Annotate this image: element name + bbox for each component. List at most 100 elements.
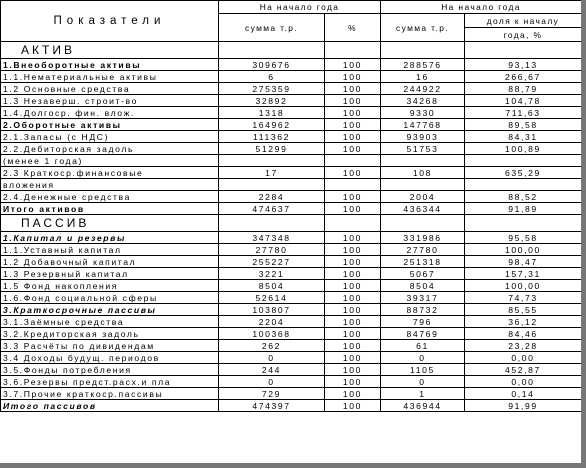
- table-row: 1.4.Долгоср. фин. влож. 1318 100 9330 711,63: [0, 106, 582, 119]
- value-end-sum: 0: [380, 351, 465, 364]
- value-start-sum: 17: [218, 166, 325, 179]
- table-row: 2.2.Дебиторская задоль 51299 100 51753 100,8…: [0, 142, 582, 155]
- row-label: 1.6.Фонд социальной сферы: [0, 291, 219, 304]
- value-start-percent: 100: [324, 279, 381, 292]
- value-end-sum: 34268: [380, 94, 465, 107]
- table-row: 3.3 Расчёты по дивидендам 262 100 61 23,28: [0, 339, 582, 352]
- table-row: 3.6.Резервы предст.расх.и пла 0 100 0 0,00: [0, 375, 582, 388]
- value-start-percent: 100: [324, 267, 381, 280]
- value-end-sum: 93903: [380, 130, 465, 143]
- value-start-sum: [218, 154, 325, 167]
- value-start-percent: 100: [324, 82, 381, 95]
- row-label: 3.3 Расчёты по дивидендам: [0, 339, 219, 352]
- row-label: 1.Внеоборотные активы: [0, 58, 219, 71]
- header-indicators: Показатели: [0, 0, 219, 42]
- value-share-percent: 88,52: [464, 190, 582, 203]
- header-sum-thousand: сумма т.р.: [218, 13, 325, 42]
- value-start-percent: 100: [324, 243, 381, 256]
- value-end-sum: [380, 154, 465, 167]
- value-start-sum: 32892: [218, 94, 325, 107]
- value-start-sum: 2204: [218, 315, 325, 328]
- table-row: 3.4 Доходы будущ. периодов 0 100 0 0,00: [0, 351, 582, 364]
- row-label: 2.1.Запасы (с НДС): [0, 130, 219, 143]
- value-end-sum: 84769: [380, 327, 465, 340]
- value-start-percent: 100: [324, 94, 381, 107]
- value-start-percent: 100: [324, 58, 381, 71]
- balance-table: Показатели На начало года На начало года…: [0, 0, 582, 412]
- row-label: 1.Капитал и резервы: [0, 231, 219, 244]
- value-end-sum: 1: [380, 387, 465, 400]
- table-row: 1.3 Резервный капитал 3221 100 5067 157,31: [0, 267, 582, 280]
- value-start-sum: 52614: [218, 291, 325, 304]
- table-row: Итого активов 474637 100 436344 91,89: [0, 202, 582, 215]
- value-share-percent: 84,31: [464, 130, 582, 143]
- value-end-sum: 27780: [380, 243, 465, 256]
- value-start-percent: 100: [324, 190, 381, 203]
- row-label: 2.2.Дебиторская задоль: [0, 142, 219, 155]
- row-label: 1.5 Фонд накопления: [0, 279, 219, 292]
- value-end-sum: 244922: [380, 82, 465, 95]
- value-start-sum: 1318: [218, 106, 325, 119]
- row-label: 1.3 Резервный капитал: [0, 267, 219, 280]
- value-start-percent: 100: [324, 375, 381, 388]
- value-share-percent: 157,31: [464, 267, 582, 280]
- table-row: 3.5.Фонды потребления 244 100 1105 452,87: [0, 363, 582, 376]
- row-label: Итого пассивов: [0, 399, 219, 412]
- value-end-sum: 16: [380, 70, 465, 83]
- value-share-percent: 89,58: [464, 118, 582, 131]
- value-start-sum: 309676: [218, 58, 325, 71]
- value-end-sum: [380, 178, 465, 191]
- value-share-percent: 74,73: [464, 291, 582, 304]
- header-start-of-year-2: На начало года: [380, 0, 582, 14]
- row-label: 3.5.Фонды потребления: [0, 363, 219, 376]
- value-start-sum: 51299: [218, 142, 325, 155]
- value-start-percent: 100: [324, 118, 381, 131]
- table-row: 1.1.Уставный капитал 27780 100 27780 100,00: [0, 243, 582, 256]
- value-start-sum: 729: [218, 387, 325, 400]
- value-share-percent: 100,00: [464, 279, 582, 292]
- value-start-percent: 100: [324, 255, 381, 268]
- page-shadow-bottom: [0, 463, 586, 468]
- header-start-of-year-1: На начало года: [218, 0, 381, 14]
- table-row: Итого пассивов 474397 100 436944 91,99: [0, 399, 582, 412]
- value-start-sum: 6: [218, 70, 325, 83]
- value-start-percent: 100: [324, 130, 381, 143]
- value-start-sum: 0: [218, 375, 325, 388]
- value-share-percent: 711,63: [464, 106, 582, 119]
- table-row: 2.1.Запасы (с НДС) 111362 100 93903 84,31: [0, 130, 582, 143]
- value-start-percent: 100: [324, 327, 381, 340]
- value-end-sum: 436344: [380, 202, 465, 215]
- value-start-sum: 164962: [218, 118, 325, 131]
- blank-cell: [218, 41, 325, 59]
- table-row: 1.Капитал и резервы 347348 100 331986 95,58: [0, 231, 582, 244]
- value-end-sum: 5067: [380, 267, 465, 280]
- table-row: 1.2 Добавочный капитал 255227 100 251318 98,…: [0, 255, 582, 268]
- value-end-sum: 796: [380, 315, 465, 328]
- table-row: 2.Оборотные активы 164962 100 147768 89,58: [0, 118, 582, 131]
- value-end-sum: 108: [380, 166, 465, 179]
- value-start-percent: 100: [324, 202, 381, 215]
- row-label: 1.2 Добавочный капитал: [0, 255, 219, 268]
- row-label: 3.1.Заёмные средства: [0, 315, 219, 328]
- value-start-percent: 100: [324, 363, 381, 376]
- header-sum-thousand-2: сумма т.р.: [380, 13, 465, 42]
- value-start-sum: 262: [218, 339, 325, 352]
- value-start-sum: [218, 178, 325, 191]
- table-row: вложения: [0, 178, 582, 191]
- row-label: 1.1.Уставный капитал: [0, 243, 219, 256]
- value-share-percent: 452,87: [464, 363, 582, 376]
- row-label: вложения: [0, 178, 219, 191]
- table-row: 3.2.Кредиторская задоль 100368 100 84769 84,…: [0, 327, 582, 340]
- value-start-sum: 275359: [218, 82, 325, 95]
- value-share-percent: 36,12: [464, 315, 582, 328]
- row-label: 2.3 Краткоср.финансовые: [0, 166, 219, 179]
- table-row: 1.Внеоборотные активы 309676 100 288576 93,1…: [0, 58, 582, 71]
- blank-cell: [464, 41, 582, 59]
- table-row: 1.6.Фонд социальной сферы 52614 100 39317 74…: [0, 291, 582, 304]
- row-label: 1.2 Основные средства: [0, 82, 219, 95]
- value-share-percent: [464, 178, 582, 191]
- row-label: 1.1.Нематериальные активы: [0, 70, 219, 83]
- value-start-percent: 100: [324, 106, 381, 119]
- value-share-percent: 100,00: [464, 243, 582, 256]
- row-label: 3.7.Прочие краткоср.пассивы: [0, 387, 219, 400]
